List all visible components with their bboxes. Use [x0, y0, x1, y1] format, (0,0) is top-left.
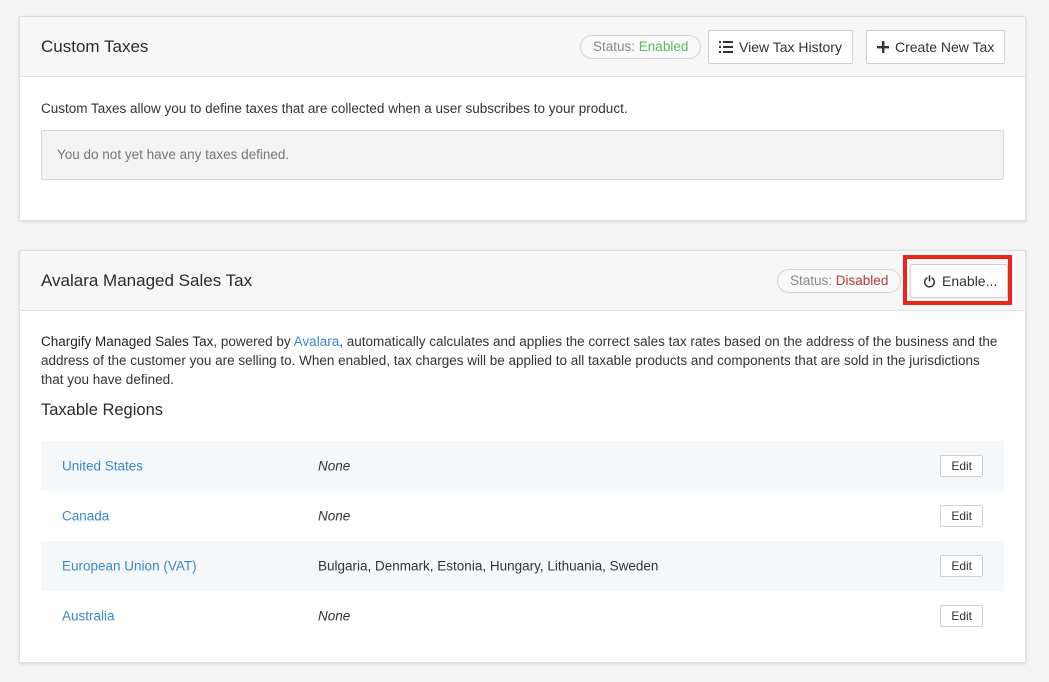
region-row-european-union: European Union (VAT) Bulgaria, Denmark, …	[41, 541, 1004, 591]
avalara-header: Avalara Managed Sales Tax Status: Disabl…	[20, 251, 1025, 311]
custom-taxes-panel: Custom Taxes Status: Enabled View Tax Hi…	[19, 16, 1026, 221]
region-row-australia: Australia None Edit	[41, 591, 1004, 641]
enable-button-highlight	[903, 255, 1012, 305]
create-new-tax-button[interactable]: Create New Tax	[866, 30, 1006, 64]
taxable-regions-title: Taxable Regions	[41, 401, 163, 419]
status-value: Enabled	[638, 39, 689, 54]
status-value: Disabled	[835, 273, 889, 288]
avalara-link[interactable]: Avalara	[294, 334, 340, 349]
list-icon	[719, 41, 733, 54]
view-tax-history-button[interactable]: View Tax History	[708, 30, 853, 64]
region-value: None	[318, 508, 351, 524]
avalara-description: Chargify Managed Sales Tax, powered by A…	[41, 332, 1004, 389]
create-new-tax-label: Create New Tax	[895, 39, 995, 55]
custom-taxes-description: Custom Taxes allow you to define taxes t…	[41, 101, 628, 116]
status-label: Status:	[593, 39, 636, 54]
region-value: None	[318, 608, 351, 624]
region-row-canada: Canada None Edit	[41, 491, 1004, 541]
avalara-title: Avalara Managed Sales Tax	[41, 270, 253, 290]
plus-icon	[877, 41, 889, 54]
empty-taxes-message: You do not yet have any taxes defined.	[41, 130, 1004, 180]
region-value: Bulgaria, Denmark, Estonia, Hungary, Lit…	[318, 558, 659, 574]
custom-taxes-title: Custom Taxes	[41, 36, 149, 56]
region-name-link[interactable]: United States	[62, 459, 143, 474]
region-name-link[interactable]: Australia	[62, 609, 115, 624]
status-label: Status:	[790, 273, 833, 288]
avalara-panel: Avalara Managed Sales Tax Status: Disabl…	[19, 250, 1026, 663]
custom-taxes-header: Custom Taxes Status: Enabled View Tax Hi…	[20, 17, 1025, 77]
custom-taxes-status-badge: Status: Enabled	[580, 35, 702, 59]
description-product-name: Chargify Managed Sales Tax	[41, 334, 214, 349]
view-tax-history-label: View Tax History	[739, 39, 842, 55]
edit-button[interactable]: Edit	[940, 455, 983, 477]
taxable-regions-list: United States None Edit Canada None Edit…	[41, 441, 1004, 641]
edit-button[interactable]: Edit	[940, 505, 983, 527]
avalara-status-badge: Status: Disabled	[777, 269, 902, 293]
edit-button[interactable]: Edit	[940, 555, 983, 577]
region-row-united-states: United States None Edit	[41, 441, 1004, 491]
region-name-link[interactable]: European Union (VAT)	[62, 559, 197, 574]
region-value: None	[318, 458, 351, 474]
region-name-link[interactable]: Canada	[62, 509, 109, 524]
edit-button[interactable]: Edit	[940, 605, 983, 627]
description-mid-text: , powered by	[213, 334, 294, 349]
